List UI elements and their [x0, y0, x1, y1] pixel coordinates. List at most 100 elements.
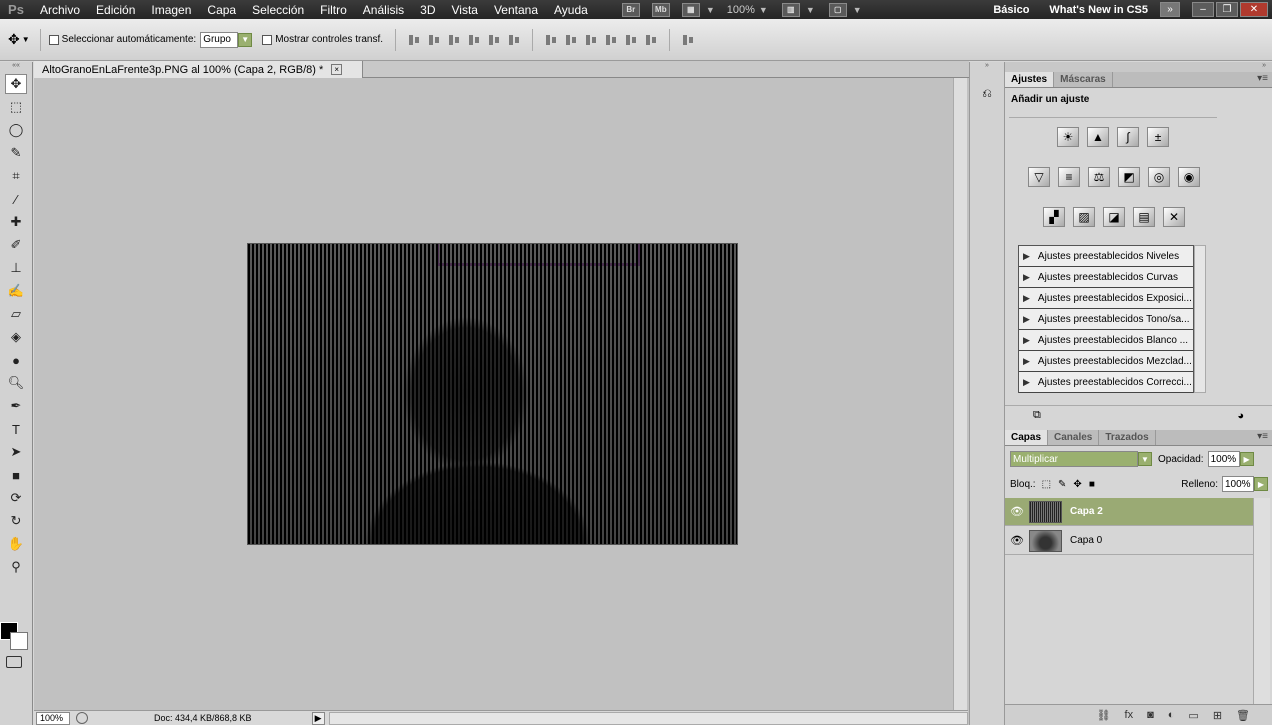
history-panel-icon[interactable]: ⎌: [978, 86, 996, 104]
tab-canales[interactable]: Canales: [1048, 430, 1100, 445]
workspace-basic-button[interactable]: Básico: [983, 4, 1039, 16]
threshold-icon[interactable]: ◪: [1103, 207, 1125, 227]
menu-ayuda[interactable]: Ayuda: [546, 3, 596, 17]
distribute-vcenter-icon[interactable]: [563, 33, 579, 47]
fill-field[interactable]: 100%: [1222, 476, 1254, 492]
lock-position-icon[interactable]: ✥: [1073, 479, 1081, 490]
align-vcenter-icon[interactable]: [426, 33, 442, 47]
pen-tool-icon[interactable]: ✒: [5, 396, 27, 416]
collapse-panel-icon[interactable]: »: [1005, 62, 1272, 72]
photo-filter-icon[interactable]: ◎: [1148, 167, 1170, 187]
expand-triangle-icon[interactable]: ▶: [1023, 272, 1030, 283]
distribute-right-icon[interactable]: [643, 33, 659, 47]
healing-brush-tool-icon[interactable]: ✚: [5, 212, 27, 232]
eraser-tool-icon[interactable]: ▱: [5, 304, 27, 324]
chevron-down-icon[interactable]: ▼: [22, 35, 30, 44]
menu-ventana[interactable]: Ventana: [486, 3, 546, 17]
list-item[interactable]: ▶ Ajustes preestablecidos Tono/sa...: [1019, 309, 1193, 330]
menu-3d[interactable]: 3D: [412, 3, 443, 17]
exposure-icon[interactable]: ±: [1147, 127, 1169, 147]
menu-vista[interactable]: Vista: [444, 3, 486, 17]
layers-scrollbar[interactable]: [1253, 498, 1270, 704]
close-icon[interactable]: ×: [331, 64, 343, 75]
marquee-tool-icon[interactable]: ⬚: [5, 97, 27, 117]
layer-style-fx-icon[interactable]: fx: [1125, 709, 1134, 721]
paint-bucket-tool-icon[interactable]: ◈: [5, 327, 27, 347]
adjustment-options-icon[interactable]: ◕: [1237, 410, 1244, 422]
zoom-level-menu[interactable]: 100%: [727, 4, 755, 16]
auto-select-dropdown[interactable]: Grupo: [200, 31, 239, 48]
distribute-hcenter-icon[interactable]: [623, 33, 639, 47]
color-balance-icon[interactable]: ⚖: [1088, 167, 1110, 187]
list-item[interactable]: ▶ Ajustes preestablecidos Exposici...: [1019, 288, 1193, 309]
align-hcenter-icon[interactable]: [486, 33, 502, 47]
minimize-icon[interactable]: –: [1192, 2, 1214, 17]
list-item[interactable]: ▶ Ajustes preestablecidos Blanco ...: [1019, 330, 1193, 351]
menu-archivo[interactable]: Archivo: [32, 3, 88, 17]
bridge-button[interactable]: Br: [621, 2, 640, 17]
list-item[interactable]: ▶ Ajustes preestablecidos Correcci...: [1019, 372, 1193, 393]
curves-icon[interactable]: ∫: [1117, 127, 1139, 147]
chevron-down-icon[interactable]: ▼: [853, 5, 862, 15]
levels-icon[interactable]: ▲: [1087, 127, 1109, 147]
visibility-eye-icon[interactable]: 👁︎: [1005, 505, 1029, 518]
selective-color-icon[interactable]: ✕: [1163, 207, 1185, 227]
opacity-slider-arrow-icon[interactable]: ▶: [1239, 452, 1254, 466]
lock-pixels-icon[interactable]: ✎: [1058, 479, 1066, 490]
list-item[interactable]: ▶ Ajustes preestablecidos Curvas: [1019, 267, 1193, 288]
add-mask-icon[interactable]: ◙: [1147, 709, 1154, 721]
channel-mixer-icon[interactable]: ◉: [1178, 167, 1200, 187]
brightness-contrast-icon[interactable]: ☀: [1057, 127, 1079, 147]
whats-new-button[interactable]: What's New in CS5: [1039, 4, 1158, 16]
chevron-down-icon[interactable]: ▼: [759, 5, 768, 15]
expand-triangle-icon[interactable]: ▶: [1023, 335, 1030, 346]
layer-row-capa-2[interactable]: 👁︎ Capa 2: [1005, 498, 1253, 526]
clip-to-layer-icon[interactable]: ⧉: [1033, 409, 1041, 422]
vertical-scrollbar[interactable]: [953, 78, 967, 710]
list-item[interactable]: ▶ Ajustes preestablecidos Mezclad...: [1019, 351, 1193, 372]
presets-scrollbar[interactable]: [1194, 245, 1206, 393]
arrange-documents-icon[interactable]: ▥: [781, 2, 800, 17]
zoom-tool-icon[interactable]: ⚲: [5, 557, 27, 577]
new-adjustment-layer-icon[interactable]: ◐: [1168, 709, 1175, 721]
shape-tool-icon[interactable]: ■: [5, 465, 27, 485]
type-tool-icon[interactable]: T: [5, 419, 27, 439]
chevron-down-icon[interactable]: ▼: [1138, 452, 1152, 466]
crop-tool-icon[interactable]: ⌗: [5, 166, 27, 186]
menu-imagen[interactable]: Imagen: [143, 3, 199, 17]
align-left-icon[interactable]: [466, 33, 482, 47]
distribute-left-icon[interactable]: [603, 33, 619, 47]
tab-mascaras[interactable]: Máscaras: [1054, 72, 1113, 87]
3d-orbit-tool-icon[interactable]: ↻: [5, 511, 27, 531]
gradient-map-icon[interactable]: ▤: [1133, 207, 1155, 227]
expand-triangle-icon[interactable]: ▶: [1023, 377, 1030, 388]
clone-stamp-tool-icon[interactable]: ⊥: [5, 258, 27, 278]
history-brush-tool-icon[interactable]: ✍: [5, 281, 27, 301]
workspace-expand-button[interactable]: »: [1160, 2, 1180, 17]
chevron-down-icon[interactable]: ▼: [706, 5, 715, 15]
brush-tool-icon[interactable]: ✐: [5, 235, 27, 255]
menu-seleccion[interactable]: Selección: [244, 3, 312, 17]
menu-filtro[interactable]: Filtro: [312, 3, 355, 17]
close-icon[interactable]: ✕: [1240, 2, 1268, 17]
lasso-tool-icon[interactable]: ◯: [5, 120, 27, 140]
align-right-icon[interactable]: [506, 33, 522, 47]
canvas-image[interactable]: [247, 243, 738, 545]
blur-tool-icon[interactable]: ●: [5, 350, 27, 370]
quick-selection-tool-icon[interactable]: ✎: [5, 143, 27, 163]
extras-icon[interactable]: ▦: [681, 2, 700, 17]
collapse-panel-icon[interactable]: ««: [0, 62, 32, 72]
hue-saturation-icon[interactable]: ≡: [1058, 167, 1080, 187]
zoom-field[interactable]: 100%: [36, 711, 70, 725]
invert-icon[interactable]: ▞: [1043, 207, 1065, 227]
expand-triangle-icon[interactable]: ▶: [1023, 293, 1030, 304]
chevron-down-icon[interactable]: ▼: [238, 32, 253, 47]
collapse-panel-icon[interactable]: »: [970, 62, 1004, 72]
vibrance-icon[interactable]: ▽: [1028, 167, 1050, 187]
distribute-bottom-icon[interactable]: [583, 33, 599, 47]
show-transform-checkbox[interactable]: [262, 34, 273, 45]
background-color-swatch[interactable]: [10, 632, 28, 650]
path-selection-tool-icon[interactable]: ➤: [5, 442, 27, 462]
expand-triangle-icon[interactable]: ▶: [1023, 251, 1030, 262]
delete-layer-icon[interactable]: 🗑︎: [1236, 709, 1250, 722]
